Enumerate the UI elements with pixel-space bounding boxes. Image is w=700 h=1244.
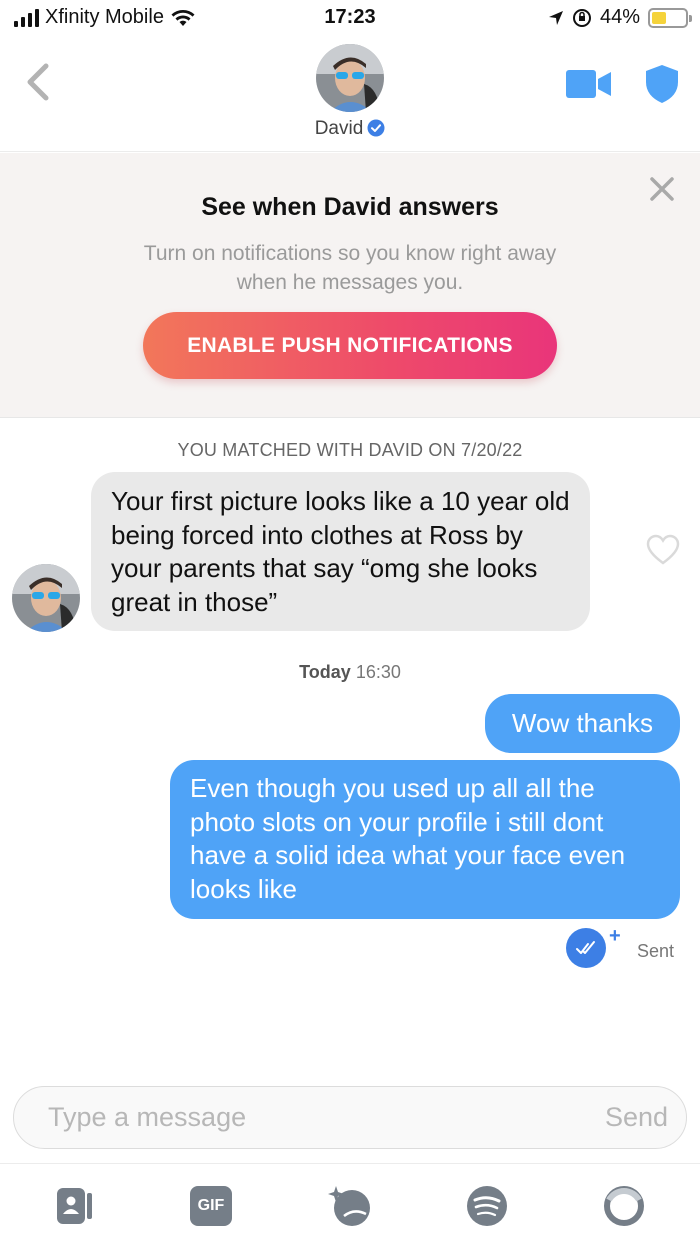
enable-push-notifications-button[interactable]: ENABLE PUSH NOTIFICATIONS (143, 312, 557, 379)
location-arrow-icon (548, 10, 563, 25)
promo-title: See when David answers (201, 193, 499, 221)
outgoing-message-bubble[interactable]: Even though you used up all all the phot… (170, 760, 680, 919)
battery-icon (648, 7, 692, 28)
outgoing-message-bubble[interactable]: Wow thanks (485, 694, 680, 753)
match-date-note: YOU MATCHED WITH DAVID ON 7/20/22 (177, 440, 523, 460)
loops-ring-icon[interactable] (602, 1184, 646, 1228)
verified-badge-icon (367, 119, 385, 137)
status-right: 44% (548, 6, 692, 29)
contact-name-row[interactable]: David (0, 118, 700, 140)
gif-button[interactable]: GIF (190, 1184, 234, 1228)
heart-icon[interactable] (646, 534, 680, 566)
contact-name: David (314, 118, 364, 139)
contact-avatar[interactable] (316, 44, 384, 112)
battery-percent: 44% (599, 6, 640, 28)
read-receipt-icon[interactable] (566, 928, 606, 968)
contact-card-button[interactable] (53, 1184, 97, 1228)
back-button[interactable] (22, 60, 56, 104)
sender-avatar[interactable] (12, 564, 80, 632)
sent-status: Sent (637, 941, 675, 961)
timestamp-day: Today (299, 662, 351, 682)
orientation-lock-icon (572, 8, 591, 27)
gif-label: GIF (190, 1186, 232, 1226)
message-input[interactable] (48, 1087, 548, 1148)
message-composer: Send (13, 1086, 687, 1149)
chat-header: David (0, 38, 700, 152)
avatar-photo-icon (316, 44, 384, 112)
read-receipt-plus-icon[interactable]: + (609, 925, 621, 948)
status-bar: Xfinity Mobile 17:23 44% (0, 0, 700, 38)
incoming-message-bubble[interactable]: Your first picture looks like a 10 year … (91, 472, 590, 631)
spotify-icon[interactable] (465, 1184, 509, 1228)
video-call-button[interactable] (566, 70, 612, 98)
timestamp-time: 16:30 (355, 662, 401, 682)
double-check-icon (576, 941, 595, 954)
safety-shield-button[interactable] (644, 64, 680, 104)
promo-description: Turn on notifications so you know right … (143, 242, 557, 294)
send-button[interactable]: Send (605, 1087, 668, 1148)
message-timestamp: Today 16:30 (0, 662, 700, 683)
bottom-toolbar: GIF (0, 1163, 700, 1244)
sticker-sparkle-button[interactable] (328, 1184, 372, 1228)
avatar-photo-icon (12, 564, 80, 632)
notification-promo: See when David answers Turn on notificat… (0, 153, 700, 418)
